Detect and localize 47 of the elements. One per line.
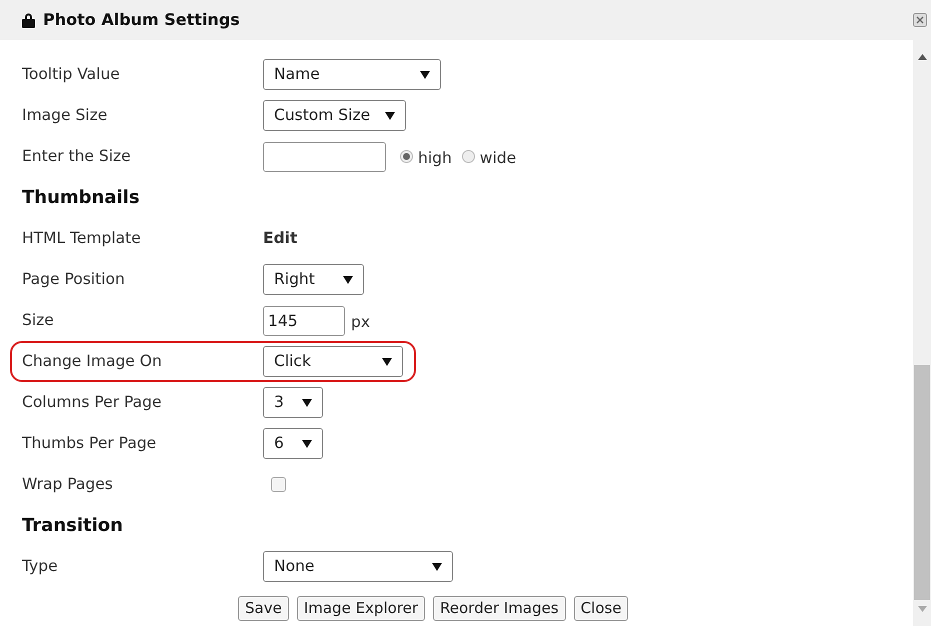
select-dropdown[interactable]: Custom Size [263,100,406,131]
action-button[interactable]: Close [574,596,628,621]
action-button[interactable]: Image Explorer [296,596,426,621]
caret-icon [432,562,442,570]
caret-icon [385,112,395,120]
input-field[interactable] [263,142,386,172]
scroll-down-icon[interactable] [918,606,926,612]
caret-icon [302,440,312,448]
section-heading: Transition [22,514,123,538]
field-label: HTML Template [22,228,141,247]
field-label: Enter the Size [22,146,131,165]
scrollbar[interactable] [913,40,931,626]
window-title: Photo Album Settings [43,9,240,31]
select-dropdown[interactable]: Click [263,346,403,377]
action-button[interactable]: Save [238,596,289,621]
radio-button[interactable] [400,150,413,163]
caret-icon [420,70,430,78]
radio-label: high [418,148,452,170]
field-label: Thumbs Per Page [22,434,156,452]
field-label: Tooltip Value [22,64,120,83]
action-button[interactable]: Reorder Images [433,596,566,621]
lock-icon [22,12,35,28]
unit-label: px [351,312,370,334]
select-dropdown[interactable]: 6 [263,428,323,459]
field-label: Change Image On [22,352,162,370]
select-dropdown[interactable]: Name [263,59,441,90]
select-dropdown[interactable]: None [263,551,453,582]
field-label: Type [22,556,58,575]
close-icon[interactable] [913,13,927,27]
caret-icon [302,398,312,406]
scrollbar-thumb[interactable] [914,365,930,600]
caret-icon [343,276,353,284]
section-heading: Thumbnails [22,186,140,210]
field-label: Image Size [22,106,108,124]
field-label: Columns Per Page [22,392,162,411]
field-label: Size [22,310,54,329]
select-dropdown[interactable]: 3 [263,387,323,418]
scroll-up-icon[interactable] [918,54,926,60]
field-label: Wrap Pages [22,474,113,493]
field-label: Page Position [22,270,125,288]
select-dropdown[interactable]: Right [263,264,364,295]
caret-icon [382,358,392,366]
radio-button[interactable] [462,150,475,163]
radio-label: wide [480,148,516,170]
input-field[interactable]: 145 [263,306,345,336]
edit-link[interactable]: Edit [263,226,298,250]
checkbox[interactable] [271,477,286,492]
